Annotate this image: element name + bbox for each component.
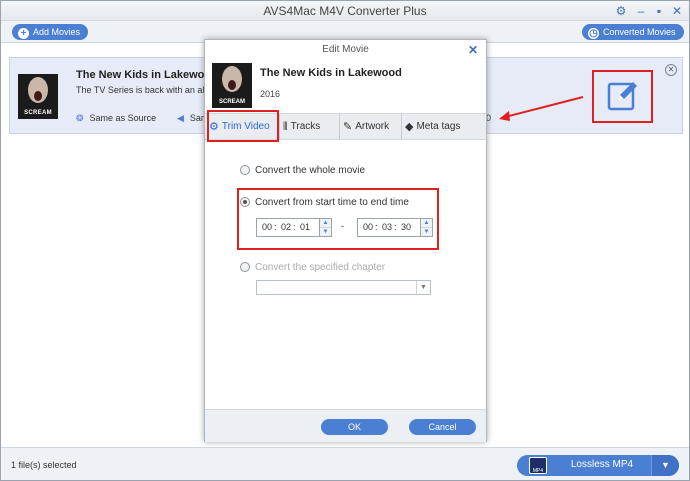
time-range-highlight: Convert from start time to end time 00: … [237, 188, 439, 250]
status-bar: 1 file(s) selected MP4 Lossless MP4 ▼ [1, 447, 689, 480]
mp4-icon: MP4 [529, 457, 547, 474]
end-time-stepper[interactable]: ▲ ▼ [420, 219, 432, 236]
selected-count: 1 file(s) selected [11, 460, 77, 470]
start-time-stepper[interactable]: ▲ ▼ [319, 219, 331, 236]
window-title: AVS4Mac M4V Converter Plus [263, 4, 427, 18]
option-chapter[interactable]: Convert the specified chapter [240, 262, 385, 273]
movie-description: The TV Series is back with an all-n [76, 85, 215, 95]
movie-thumbnail: SCREAM [18, 74, 58, 119]
radio-chapter[interactable] [240, 262, 250, 272]
dialog-footer: OK Cancel [205, 409, 486, 442]
output-format-label: Lossless MP4 [570, 459, 634, 470]
movie-title: The New Kids in Lakewood [76, 69, 218, 81]
annotation-arrow [499, 96, 584, 121]
radio-whole[interactable] [240, 165, 250, 175]
output-format-button[interactable]: MP4 Lossless MP4 ▼ [517, 455, 679, 476]
speaker-icon: ◀ [177, 113, 184, 123]
start-time-input[interactable]: 00: 02: 01 ▲ ▼ [256, 218, 332, 237]
plus-icon: + [18, 28, 29, 39]
close-window-icon[interactable]: ✕ [669, 3, 685, 19]
remove-movie-icon[interactable]: ✕ [665, 64, 677, 76]
quality-setting[interactable]: ❂ Same as Source [76, 113, 156, 124]
edit-movie-dialog: Edit Movie ✕ SCREAM The New Kids in Lake… [204, 39, 487, 442]
radio-range[interactable] [240, 197, 250, 207]
gear-icon: ❂ [76, 113, 84, 123]
end-time-input[interactable]: 00: 03: 30 ▲ ▼ [357, 218, 433, 237]
edit-highlight [592, 70, 653, 123]
cancel-button[interactable]: Cancel [409, 419, 476, 435]
chevron-down-icon: ▼ [416, 281, 430, 294]
option-whole-movie[interactable]: Convert the whole movie [240, 165, 365, 176]
minimize-icon[interactable]: – [633, 3, 649, 19]
converted-movies-button[interactable]: ◷ Converted Movies [582, 24, 684, 40]
ok-button[interactable]: OK [321, 419, 388, 435]
add-movies-button[interactable]: + Add Movies [12, 24, 89, 40]
time-dash: - [341, 221, 344, 231]
title-bar: AVS4Mac M4V Converter Plus ⚙ – ▪ ✕ [1, 1, 689, 21]
edit-icon[interactable] [606, 79, 640, 113]
settings-icon[interactable]: ⚙ [613, 3, 629, 19]
chapter-select[interactable]: ▼ [256, 280, 431, 295]
maximize-icon[interactable]: ▪ [651, 3, 667, 19]
chevron-up-icon[interactable]: ▲ [421, 219, 432, 227]
chevron-up-icon[interactable]: ▲ [320, 219, 331, 227]
option-time-range[interactable]: Convert from start time to end time [240, 197, 409, 208]
trim-panel: Convert the whole movie Convert from sta… [205, 40, 486, 409]
chevron-down-icon[interactable]: ▼ [651, 455, 679, 476]
app-window: AVS4Mac M4V Converter Plus ⚙ – ▪ ✕ + Add … [0, 0, 690, 481]
chevron-down-icon[interactable]: ▼ [320, 227, 331, 235]
clock-icon: ◷ [588, 28, 599, 39]
chevron-down-icon[interactable]: ▼ [421, 227, 432, 235]
